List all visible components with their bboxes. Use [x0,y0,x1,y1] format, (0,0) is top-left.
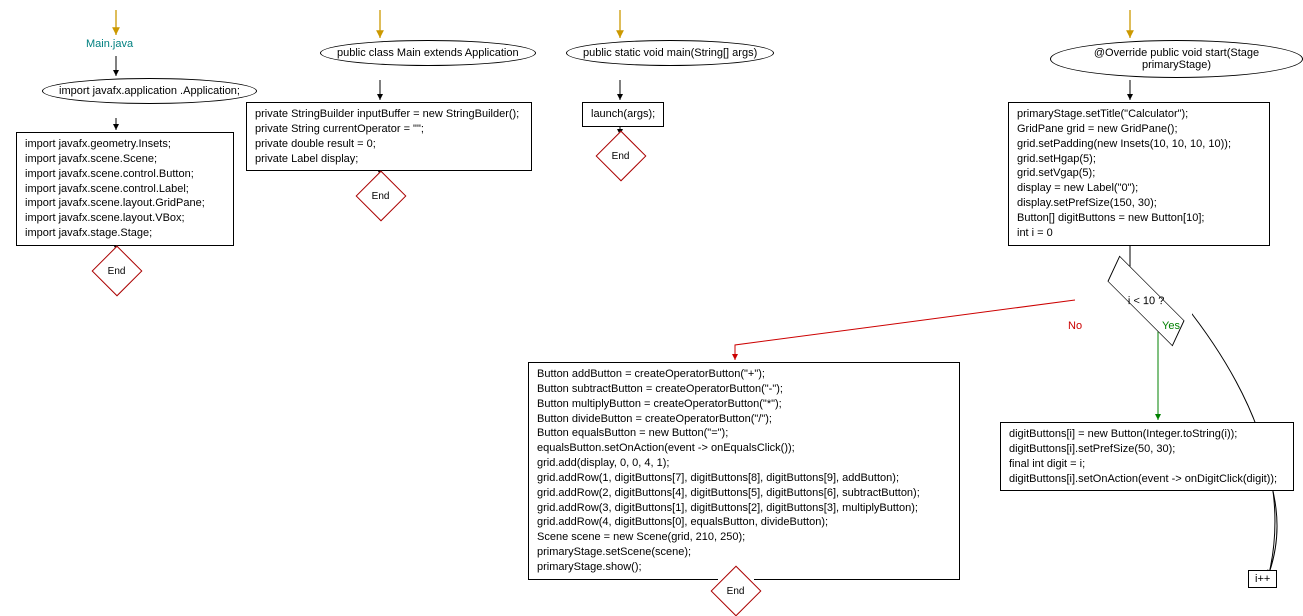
rect-start-body: primaryStage.setTitle("Calculator"); Gri… [1008,102,1270,246]
label-no: No [1068,320,1082,332]
rect-after-loop: Button addButton = createOperatorButton(… [528,362,960,580]
rect-increment: i++ [1248,570,1277,588]
ellipse-class-main: public class Main extends Application [320,40,536,66]
title-main-java: Main.java [86,38,133,50]
ellipse-main-method: public static void main(String[] args) [566,40,774,66]
rect-launch: launch(args); [582,102,664,127]
end-1: End [99,253,135,289]
decision-loop: i < 10 ? [1100,282,1192,320]
end-3: End [603,138,639,174]
ellipse-start-method: @Override public void start(Stage primar… [1050,40,1303,78]
end-4: End [718,573,754,609]
rect-fields: private StringBuilder inputBuffer = new … [246,102,532,171]
end-2: End [363,178,399,214]
rect-imports: import javafx.geometry.Insets; import ja… [16,132,234,246]
label-yes: Yes [1162,320,1180,332]
ellipse-import-app: import javafx.application .Application; [42,78,257,104]
rect-loop-body: digitButtons[i] = new Button(Integer.toS… [1000,422,1294,491]
